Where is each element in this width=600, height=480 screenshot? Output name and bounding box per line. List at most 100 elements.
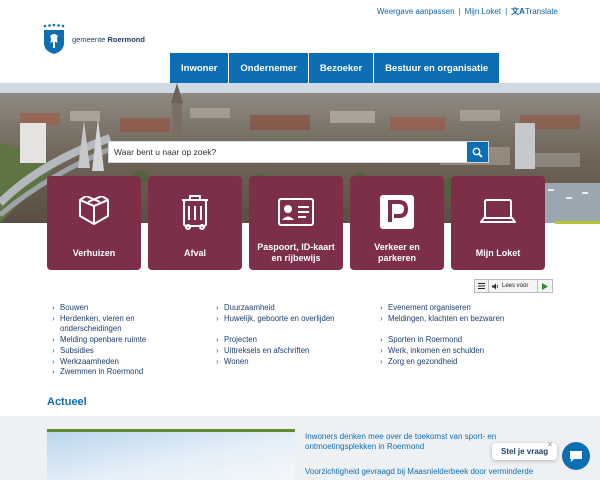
tile-label: Verkeer en parkeren xyxy=(374,242,420,263)
chevron-right-icon: › xyxy=(52,303,55,312)
read-aloud-button[interactable]: Lees voor xyxy=(489,280,538,292)
nav-item-inwoner[interactable]: Inwoner xyxy=(170,53,230,83)
tile-verkeer[interactable]: Verkeer en parkeren xyxy=(350,176,444,270)
chevron-right-icon: › xyxy=(52,313,55,323)
link-zwemmen[interactable]: › Zwemmen in Roermond xyxy=(52,367,216,378)
logo-name: Roermond xyxy=(107,34,145,44)
link-werk[interactable]: › Werk, inkomen en schulden xyxy=(380,346,544,357)
chevron-right-icon: › xyxy=(380,303,383,312)
link-label: Projecten xyxy=(224,335,257,345)
link-zorg[interactable]: › Zorg en gezondheid xyxy=(380,357,544,368)
chevron-right-icon: › xyxy=(52,345,55,355)
menu-icon[interactable] xyxy=(475,280,489,292)
chevron-right-icon: › xyxy=(380,345,383,355)
tile-verhuizen[interactable]: Verhuizen xyxy=(47,176,141,270)
tile-label: Afval xyxy=(183,247,206,258)
translate-link[interactable]: 文ATranslate xyxy=(511,6,558,17)
speaker-icon xyxy=(492,283,498,289)
link-meldingen[interactable]: › Meldingen, klachten en bezwaren xyxy=(380,314,544,325)
link-duurzaamheid[interactable]: › Duurzaamheid xyxy=(216,303,380,314)
link-label: Melding openbare ruimte xyxy=(60,335,147,345)
link-label: Sporten in Roermond xyxy=(388,335,463,345)
tile-label: Paspoort, ID-kaart en rijbewijs xyxy=(257,242,335,263)
box-icon xyxy=(76,188,112,236)
link-label: Wonen xyxy=(224,356,249,366)
chevron-right-icon: › xyxy=(52,367,55,377)
chevron-right-icon: › xyxy=(216,345,219,355)
chevron-right-icon: › xyxy=(52,356,55,366)
section-title: Actueel xyxy=(47,396,87,408)
link-label: Herdenken, vieren en onderscheidingen xyxy=(60,313,135,334)
chevron-right-icon: › xyxy=(380,356,383,366)
chevron-right-icon: › xyxy=(52,335,55,345)
id-card-icon xyxy=(278,188,314,236)
logo-prefix: gemeente xyxy=(72,34,106,44)
links-column-2: › Duurzaamheid › Huwelijk, geboorte en ove… xyxy=(216,303,380,378)
link-label: Huwelijk, geboorte en overlijden xyxy=(224,313,335,323)
play-icon xyxy=(542,282,548,290)
tile-paspoort[interactable]: Paspoort, ID-kaart en rijbewijs xyxy=(249,176,343,270)
bin-icon xyxy=(180,188,210,236)
search-bar xyxy=(108,141,489,163)
links-column-3: › Evenement organiseren › Meldingen, klach… xyxy=(380,303,544,378)
link-subsidies[interactable]: › Subsidies xyxy=(52,346,216,357)
tile-label: Mijn Loket xyxy=(475,247,521,258)
news-image[interactable] xyxy=(47,429,295,480)
laptop-icon xyxy=(480,188,516,236)
link-melding[interactable]: › Melding openbare ruimte xyxy=(52,335,216,346)
chevron-right-icon: › xyxy=(216,303,219,312)
link-label: Uittreksels en afschriften xyxy=(224,345,310,355)
readspeaker-widget: Lees voor xyxy=(474,279,553,293)
parking-icon xyxy=(380,188,414,236)
link-uittreksels[interactable]: › Uittreksels en afschriften xyxy=(216,346,380,357)
link-label: Duurzaamheid xyxy=(224,303,275,312)
link-huwelijk[interactable]: › Huwelijk, geboorte en overlijden xyxy=(216,314,380,325)
search-icon xyxy=(472,147,483,158)
logo[interactable]: gemeente Roermond xyxy=(42,23,145,55)
chat-button[interactable] xyxy=(562,442,590,470)
chevron-right-icon: › xyxy=(380,335,383,345)
link-bouwen[interactable]: › Bouwen xyxy=(52,303,216,314)
utility-bar: Weergave aanpassen | Mijn Loket | 文ATran… xyxy=(377,6,558,17)
translate-icon: 文A xyxy=(511,7,525,16)
search-button[interactable] xyxy=(467,142,488,162)
link-label: Werkzaamheden xyxy=(60,356,119,366)
link-label: Meldingen, klachten en bezwaren xyxy=(388,313,505,323)
translate-label: Translate xyxy=(524,7,558,16)
tile-label: Verhuizen xyxy=(72,247,116,258)
link-sporten[interactable]: › Sporten in Roermond xyxy=(380,335,544,346)
close-icon[interactable]: ✕ xyxy=(547,441,553,449)
chevron-right-icon: › xyxy=(216,313,219,323)
crest-icon xyxy=(43,23,65,54)
nav-item-bestuur[interactable]: Bestuur en organisatie xyxy=(374,53,500,83)
tile-mijn-loket[interactable]: Mijn Loket xyxy=(451,176,545,270)
link-label: Evenement organiseren xyxy=(388,303,471,312)
play-button[interactable] xyxy=(538,282,552,290)
chevron-right-icon: › xyxy=(216,335,219,345)
tile-afval[interactable]: Afval xyxy=(148,176,242,270)
adjust-view-link[interactable]: Weergave aanpassen xyxy=(377,7,455,16)
separator: | xyxy=(505,7,508,16)
link-werkzaamheden[interactable]: › Werkzaamheden xyxy=(52,357,216,368)
link-wonen[interactable]: › Wonen xyxy=(216,357,380,368)
nav-item-ondernemer[interactable]: Ondernemer xyxy=(229,53,309,83)
link-evenement[interactable]: › Evenement organiseren xyxy=(380,303,544,314)
main-nav: Inwoner Ondernemer Bezoeker Bestuur en o… xyxy=(170,53,500,83)
separator: | xyxy=(458,7,461,16)
quick-links: › Bouwen › Herdenken, vieren en onderschei… xyxy=(52,303,562,378)
my-loket-link[interactable]: Mijn Loket xyxy=(465,7,501,16)
nav-item-bezoeker[interactable]: Bezoeker xyxy=(308,53,375,83)
news-item[interactable]: Voorzichtigheid gevraagd bij Maasnielder… xyxy=(305,467,537,477)
read-aloud-label: Lees voor xyxy=(502,283,529,289)
logo-text: gemeente Roermond xyxy=(72,35,145,44)
link-herdenken[interactable]: › Herdenken, vieren en onderscheidingen xyxy=(52,314,216,335)
service-tiles: Verhuizen Afval Paspoort, ID-kaart en ri… xyxy=(47,176,545,270)
chat-icon xyxy=(570,450,582,462)
link-label: Zorg en gezondheid xyxy=(388,356,458,366)
accent-line xyxy=(555,221,600,224)
chevron-right-icon: › xyxy=(380,313,383,323)
link-projecten[interactable]: › Projecten xyxy=(216,335,380,346)
link-label: Zwemmen in Roermond xyxy=(60,367,144,377)
search-input[interactable] xyxy=(109,142,467,162)
link-label: Werk, inkomen en schulden xyxy=(388,345,485,355)
